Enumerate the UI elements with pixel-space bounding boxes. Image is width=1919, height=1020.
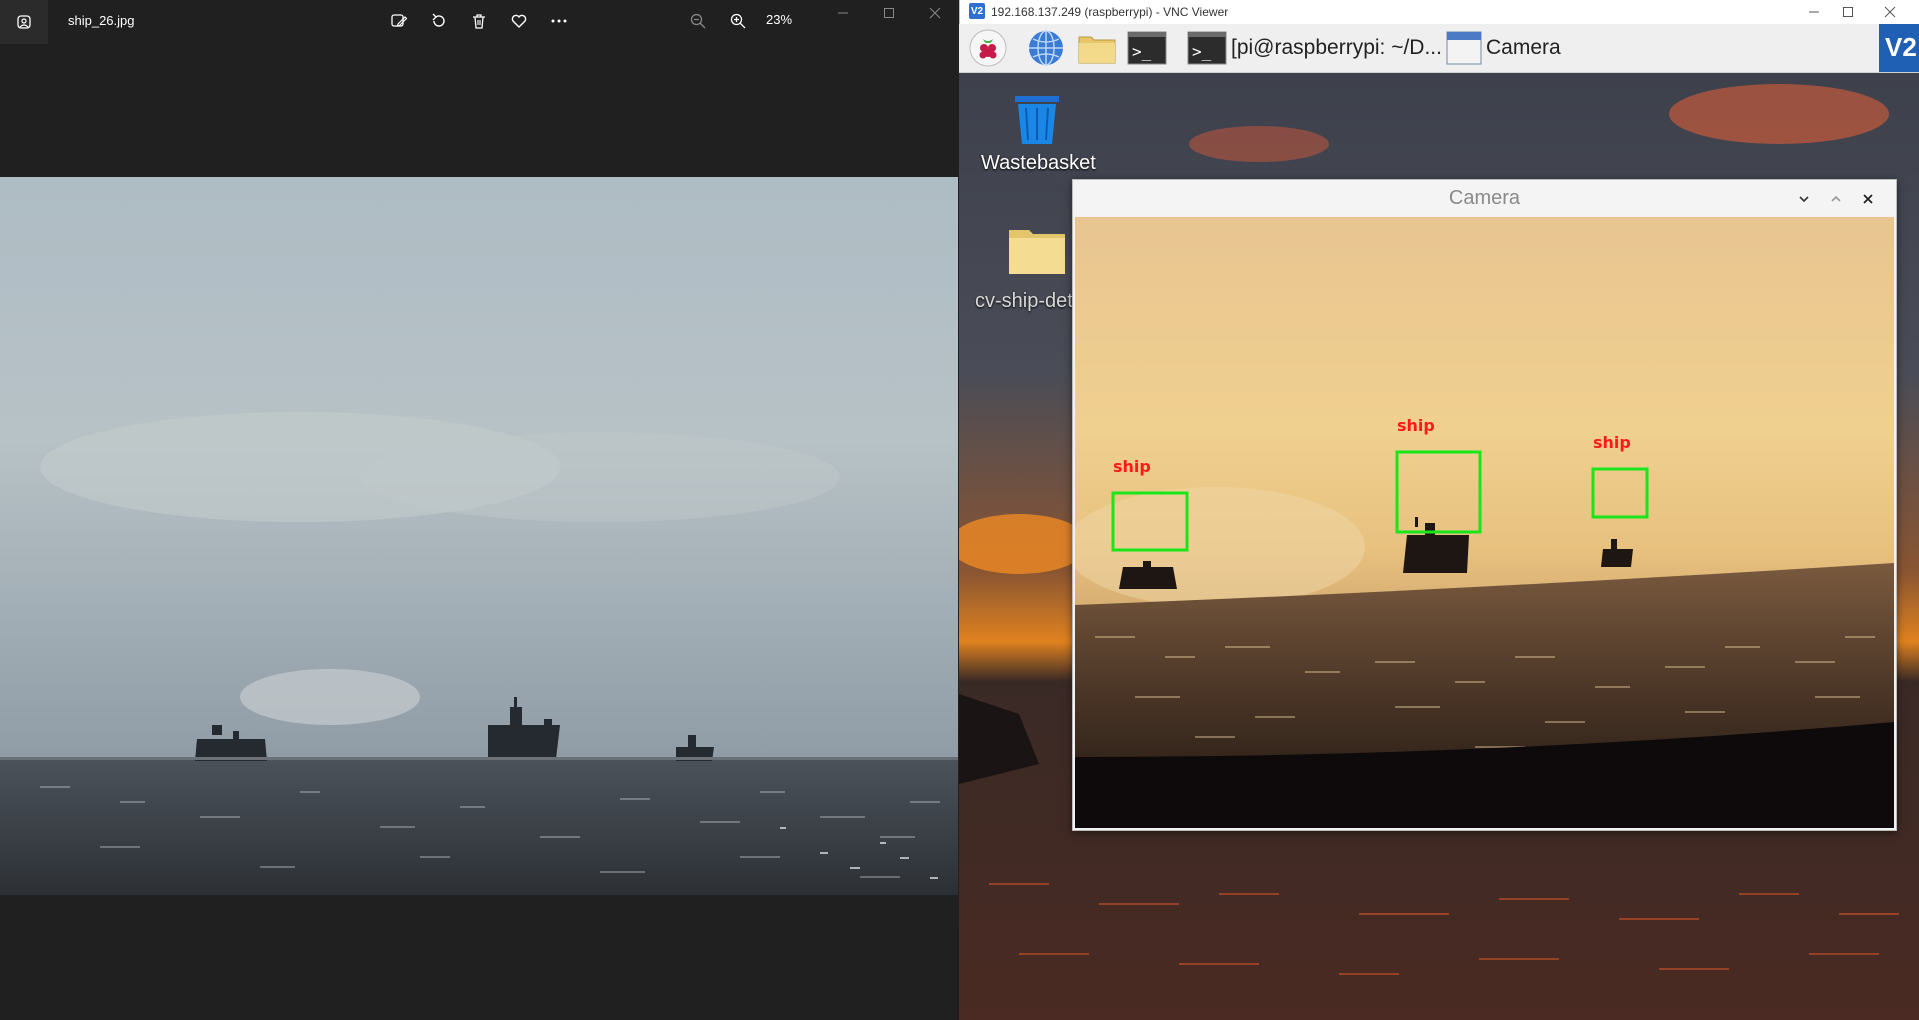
chevron-down-icon	[1799, 196, 1809, 203]
detection-label: ship	[1397, 416, 1435, 435]
zoom-out-button[interactable]	[684, 8, 712, 34]
terminal-icon: >_	[1187, 31, 1227, 65]
vnc-logo-icon: V2	[969, 3, 985, 19]
camera-window: Camera ship ship ship	[1072, 179, 1897, 831]
window-icon	[1446, 31, 1482, 65]
vnc-close-button[interactable]	[1872, 2, 1908, 22]
more-icon	[551, 19, 567, 23]
camera-feed: ship ship ship	[1075, 217, 1894, 828]
folder-desktop-icon[interactable]	[1007, 224, 1067, 281]
zoom-in-button[interactable]	[724, 8, 752, 34]
vnc-minimize-button[interactable]	[1796, 2, 1832, 22]
edit-image-button[interactable]	[385, 8, 413, 34]
terminal-launcher-button[interactable]: >_	[1127, 29, 1167, 67]
svg-text:>_: >_	[1192, 42, 1212, 61]
file-manager-button[interactable]	[1077, 29, 1117, 67]
photos-titlebar: ship_26.jpg 23%	[0, 0, 959, 44]
taskbar-camera-label: Camera	[1486, 36, 1561, 59]
zoom-out-icon	[690, 13, 706, 29]
minimize-button[interactable]	[826, 2, 860, 24]
chevron-up-icon	[1831, 195, 1841, 202]
photos-app-icon[interactable]	[0, 0, 48, 44]
minimize-icon	[838, 12, 848, 14]
wastebasket-desktop-icon[interactable]	[1009, 92, 1065, 153]
folder-label: cv-ship-det	[975, 290, 1073, 312]
file-name: ship_26.jpg	[68, 13, 135, 28]
edit-image-icon	[391, 14, 408, 27]
taskbar-terminal-label: [pi@raspberrypi: ~/D...	[1231, 36, 1442, 59]
raspberry-menu-button[interactable]	[969, 29, 1007, 67]
zoom-in-icon	[730, 13, 746, 29]
rotate-icon	[432, 13, 445, 27]
web-browser-button[interactable]	[1027, 29, 1065, 67]
detection-label: ship	[1593, 433, 1631, 452]
heart-icon	[511, 14, 527, 28]
pi-taskbar: >_ >_ [pi@raspberrypi: ~/D... Camera V2	[959, 24, 1919, 73]
camera-titlebar[interactable]: Camera	[1073, 180, 1896, 216]
photo-image	[0, 177, 958, 895]
delete-icon	[473, 14, 485, 29]
photos-app-window: ship_26.jpg 23%	[0, 0, 959, 1020]
vnc-maximize-button[interactable]	[1830, 2, 1866, 22]
camera-window-title: Camera	[1448, 187, 1521, 209]
taskbar-camera-window[interactable]: Camera	[1446, 29, 1561, 67]
vnc-tray-icon[interactable]: V2	[1879, 24, 1919, 72]
minimize-icon	[1809, 11, 1819, 13]
vnc-window-title: 192.168.137.249 (raspberrypi) - VNC View…	[991, 5, 1229, 19]
vnc-viewer-window: V2 192.168.137.249 (raspberrypi) - VNC V…	[959, 0, 1919, 1020]
svg-text:>_: >_	[1132, 42, 1152, 61]
wastebasket-label: Wastebasket	[981, 152, 1096, 174]
close-button[interactable]	[918, 2, 952, 24]
close-icon	[929, 7, 941, 19]
camera-maximize-button[interactable]	[1825, 188, 1847, 210]
maximize-button[interactable]	[872, 2, 906, 24]
folder-icon	[1009, 230, 1065, 274]
trash-bin-icon	[1015, 96, 1059, 144]
terminal-icon: >_	[1127, 31, 1167, 65]
zoom-level: 23%	[766, 12, 793, 27]
vnc-titlebar: V2 192.168.137.249 (raspberrypi) - VNC V…	[959, 0, 1919, 24]
favorite-button[interactable]	[505, 8, 533, 34]
delete-button[interactable]	[465, 8, 493, 34]
maximize-icon	[884, 8, 894, 18]
close-icon	[1884, 6, 1896, 18]
folder-icon	[1078, 36, 1116, 64]
camera-close-button[interactable]	[1857, 188, 1879, 210]
taskbar-terminal-window[interactable]: >_ [pi@raspberrypi: ~/D...	[1187, 29, 1442, 67]
camera-minimize-button[interactable]	[1793, 188, 1815, 210]
detection-label: ship	[1113, 457, 1151, 476]
globe-icon	[1029, 30, 1063, 66]
more-button[interactable]	[545, 8, 573, 34]
rotate-button[interactable]	[425, 8, 453, 34]
raspberry-icon	[969, 29, 1007, 67]
maximize-icon	[1843, 7, 1853, 17]
close-icon	[1863, 194, 1873, 204]
raspberry-pi-desktop: >_ >_ [pi@raspberrypi: ~/D... Camera V2 …	[959, 24, 1919, 1020]
